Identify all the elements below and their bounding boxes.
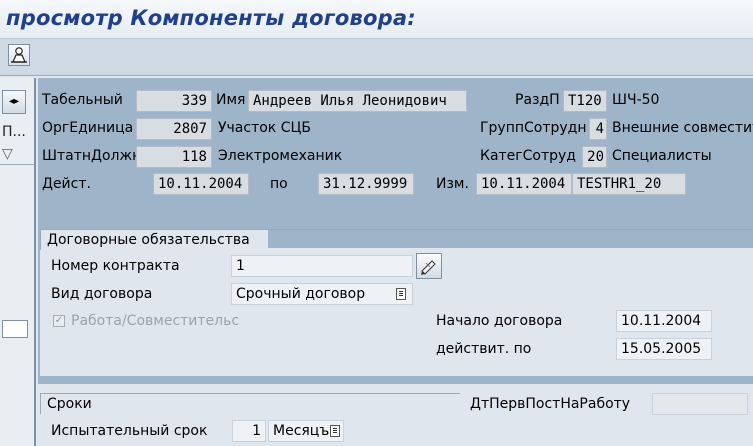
kateg-code-field: 20 <box>582 146 607 168</box>
shtat-field: 118 <box>136 146 212 168</box>
org-text: Участок СЦБ <box>218 120 311 136</box>
nachalo-label: Начало договора <box>436 313 563 329</box>
person-overview-button[interactable] <box>8 44 30 66</box>
nomer-field[interactable]: 1 <box>231 255 413 277</box>
razdp-label: РаздП <box>515 92 560 108</box>
name-label: Имя <box>216 92 246 108</box>
org-label: ОргЕдиница <box>42 120 134 136</box>
razdp-text: ШЧ-50 <box>612 92 660 108</box>
izm-date-field: 10.11.2004 <box>476 173 572 195</box>
arrows-icon: ◂▸ <box>8 96 20 107</box>
person-icon <box>11 47 27 63</box>
grupp-label: ГруппСотрудн <box>480 120 587 136</box>
edit-contract-button[interactable] <box>416 253 442 279</box>
po-label: по <box>270 176 288 192</box>
sovm-checkbox[interactable]: ✓ <box>53 315 65 327</box>
org-field: 2807 <box>136 118 212 140</box>
izm-label: Изм. <box>436 176 469 192</box>
dt-field[interactable] <box>652 393 748 415</box>
scroll-left-right-button[interactable]: ◂▸ <box>2 90 26 114</box>
kateg-label: КатегСотруд <box>480 148 576 164</box>
expand-icon[interactable]: ▽ <box>2 146 13 162</box>
nomer-label: Номер контракта <box>51 258 180 274</box>
dt-label: ДтПервПостНаРаботу <box>470 396 631 412</box>
vid-dropdown[interactable]: Срочный договор <box>231 283 413 305</box>
shtat-text: Электромеханик <box>218 148 343 164</box>
razdp-code-field: Т120 <box>563 90 607 112</box>
isp-value-field[interactable]: 1 <box>232 420 266 442</box>
title-bar: просмотр Компоненты договора: <box>0 0 753 39</box>
left-panel-divider <box>0 164 34 165</box>
application-toolbar <box>0 39 753 76</box>
edit-icon <box>421 260 436 275</box>
list-icon <box>330 425 340 437</box>
sroki-tab-line <box>102 393 460 394</box>
list-icon <box>396 288 406 300</box>
isp-label: Испытательный срок <box>51 423 208 439</box>
contract-tab: Договорные обязательства <box>40 229 268 250</box>
left-panel-item[interactable]: П... <box>2 124 26 140</box>
vid-value: Срочный договор <box>236 286 366 302</box>
shtat-label: ШтатнДолжн <box>42 148 142 164</box>
deyst-to-field: 31.12.9999 <box>318 173 414 195</box>
window-title: просмотр Компоненты договора: <box>6 6 416 30</box>
left-panel-box[interactable] <box>2 320 28 338</box>
grupp-code-field: 4 <box>589 118 607 140</box>
deyst-label: Дейст. <box>42 176 91 192</box>
deyst-from-field: 10.11.2004 <box>153 173 249 195</box>
isp-unit-value: Месяцъ <box>273 423 330 439</box>
deystvit-field[interactable]: 15.05.2005 <box>616 338 712 360</box>
sovm-label: Работа/Совместительс <box>71 313 240 329</box>
deystvit-label: действит. по <box>436 341 532 357</box>
izm-user-field: TESTHR1_20 <box>572 173 686 195</box>
vid-label: Вид договора <box>51 286 153 302</box>
name-field: Андреев Илья Леонидович <box>248 90 467 112</box>
section-separator <box>38 378 753 384</box>
tabelny-label: Табельный <box>42 92 123 108</box>
isp-unit-dropdown[interactable]: Месяцъ <box>268 420 344 442</box>
tabelny-field: 339 <box>136 90 212 112</box>
kateg-text: Специалисты <box>612 148 712 164</box>
contract-tab-line <box>268 229 753 230</box>
sroki-tab: Сроки <box>40 393 102 414</box>
grupp-text: Внешние совместит <box>612 120 753 136</box>
nachalo-field[interactable]: 10.11.2004 <box>616 310 712 332</box>
